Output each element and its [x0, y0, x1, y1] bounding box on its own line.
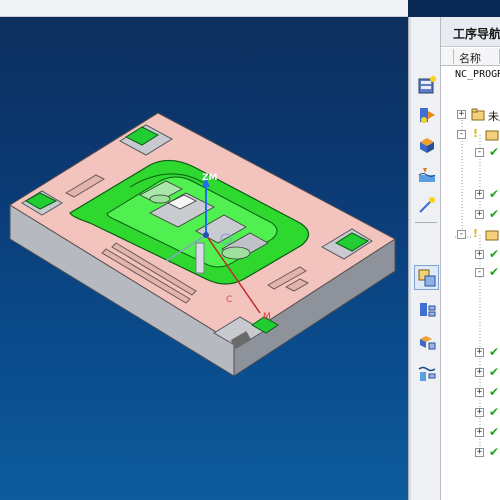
complete-check-icon: ✔ [489, 425, 500, 439]
axis-label-zm: ZM [202, 173, 218, 183]
geometry-view-icon [419, 335, 435, 349]
complete-check-icon: ✔ [489, 207, 500, 221]
reuse-library-icon [418, 167, 435, 182]
tree-row-program-group[interactable]: - ! [441, 125, 500, 145]
expand-icon[interactable]: + [457, 110, 466, 119]
tree-row-operation[interactable]: - ✔ [441, 263, 500, 283]
operation-navigator-panel: 工序导航器 - 程序顺序 名称 NC_PROGRAM + 未用项 - ! [441, 17, 500, 500]
expand-icon[interactable]: + [475, 448, 484, 457]
tree-label-unused: 未用项 [488, 110, 500, 123]
tree-row-operation[interactable]: + ✔ [441, 245, 500, 265]
tree-row-operation[interactable]: + ✔ [441, 403, 500, 423]
machine-tool-navigator-icon [419, 107, 435, 123]
complete-check-icon: ✔ [489, 145, 500, 159]
expand-icon[interactable]: + [475, 348, 484, 357]
collapse-icon[interactable]: - [475, 268, 484, 277]
complete-check-icon: ✔ [489, 385, 500, 399]
folder-icon [485, 130, 499, 141]
expand-icon[interactable]: + [475, 408, 484, 417]
complete-check-icon: ✔ [489, 187, 500, 201]
expand-icon[interactable]: + [475, 210, 484, 219]
tree-row-operation[interactable]: + ✔ [441, 363, 500, 383]
expand-icon[interactable]: + [475, 250, 484, 259]
tree-row-operation[interactable]: - ✔ [441, 143, 500, 163]
complete-check-icon: ✔ [489, 365, 500, 379]
toolbar-strip [0, 0, 408, 17]
machine-tool-navigator-button[interactable] [414, 102, 439, 127]
operation-navigator-button[interactable] [414, 72, 439, 97]
program-order-view-button[interactable] [414, 265, 439, 290]
key-icon: ! [473, 227, 479, 240]
program-order-view-icon [418, 269, 435, 286]
folder-icon [485, 230, 499, 241]
expand-icon[interactable]: + [475, 368, 484, 377]
history-button[interactable] [414, 192, 439, 217]
collapse-icon[interactable]: - [457, 130, 466, 139]
machining-method-view-button[interactable] [414, 361, 439, 386]
complete-check-icon: ✔ [489, 405, 500, 419]
expand-icon[interactable]: + [475, 428, 484, 437]
axis-label-m: M [263, 312, 271, 322]
complete-check-icon: ✔ [489, 265, 500, 279]
tree-row-program-group[interactable]: - ! [441, 225, 500, 245]
machine-tool-view-button[interactable] [414, 297, 439, 322]
axis-label-c: C [226, 295, 232, 305]
resource-bar-separator [415, 222, 437, 223]
tree-row-operation[interactable]: + ✔ [441, 343, 500, 363]
tree-row-operation[interactable]: + ✔ [441, 423, 500, 443]
graphics-viewport[interactable]: ZM C M [0, 17, 408, 500]
machining-method-view-icon [418, 366, 435, 381]
machine-tool-view-icon [419, 302, 435, 316]
complete-check-icon: ✔ [489, 445, 500, 459]
tree-row-operation[interactable]: + ✔ [441, 443, 500, 463]
tree-row-operation[interactable]: + ✔ [441, 383, 500, 403]
operation-navigator-icon [418, 75, 436, 93]
tree-row-unused[interactable]: + 未用项 [441, 105, 500, 125]
history-icon [418, 196, 435, 213]
geometry-view-button[interactable] [414, 329, 439, 354]
part-navigator-button[interactable] [414, 132, 439, 157]
reuse-library-button[interactable] [414, 162, 439, 187]
mold-model-render: ZM C M [9, 112, 396, 377]
collapse-icon[interactable]: - [457, 230, 466, 239]
resource-bar [411, 17, 441, 500]
collapse-icon[interactable]: - [475, 148, 484, 157]
folder-icon [471, 108, 485, 121]
expand-icon[interactable]: + [475, 388, 484, 397]
tree-row-operation[interactable]: + ✔ [441, 185, 500, 205]
expand-icon[interactable]: + [475, 190, 484, 199]
complete-check-icon: ✔ [489, 345, 500, 359]
complete-check-icon: ✔ [489, 247, 500, 261]
part-navigator-icon [419, 137, 434, 153]
nx-cam-window: ZM C M 工序导航 名称 NC_PROG + 未 - ! - ✔ + ✔ +… [0, 0, 500, 500]
tree-row-operation[interactable]: + ✔ [441, 205, 500, 225]
key-icon: ! [473, 127, 479, 140]
